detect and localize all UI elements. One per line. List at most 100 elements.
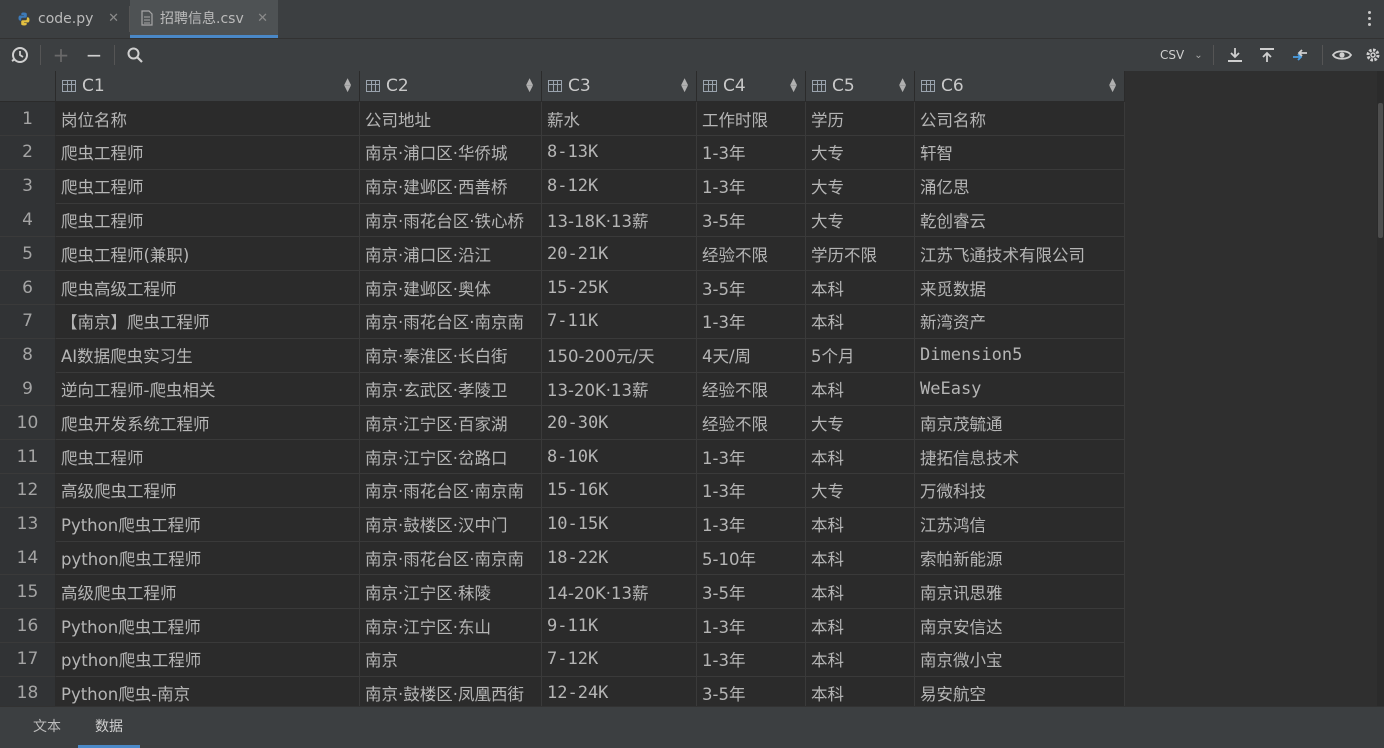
grid-corner[interactable] <box>0 71 56 102</box>
table-cell[interactable]: 本科 <box>806 271 915 305</box>
table-cell[interactable]: 7-12K <box>542 642 697 677</box>
table-cell[interactable]: 南京微小宝 <box>915 642 1125 677</box>
scrollbar-thumb[interactable] <box>1378 103 1383 238</box>
row-number[interactable]: 8 <box>0 338 56 373</box>
table-cell[interactable]: 万微科技 <box>915 473 1125 508</box>
sort-icon[interactable]: ▲ ▼ <box>899 78 906 94</box>
table-cell[interactable]: 来觅数据 <box>915 271 1125 305</box>
table-cell[interactable]: 1-3年 <box>697 135 806 170</box>
row-number[interactable]: 3 <box>0 169 56 204</box>
row-number[interactable]: 1 <box>0 102 56 136</box>
row-number[interactable]: 12 <box>0 473 56 508</box>
tab-data[interactable]: 数据 <box>78 707 140 748</box>
table-cell[interactable]: Python爬虫工程师 <box>56 609 360 643</box>
table-cell[interactable]: 本科 <box>806 609 915 643</box>
table-cell[interactable]: 18-22K <box>542 541 697 576</box>
table-cell[interactable]: 南京·雨花台区·南京南 <box>360 473 542 508</box>
table-cell[interactable]: 大专 <box>806 406 915 441</box>
table-cell[interactable]: 南京·江宁区·岔路口 <box>360 440 542 474</box>
table-cell[interactable]: 南京·雨花台区·铁心桥 <box>360 203 542 238</box>
table-cell[interactable]: 南京·江宁区·百家湖 <box>360 406 542 441</box>
table-cell[interactable]: 南京·江宁区·秣陵 <box>360 575 542 610</box>
table-cell[interactable]: 3-5年 <box>697 271 806 305</box>
table-cell[interactable]: 1-3年 <box>697 609 806 643</box>
table-cell[interactable]: 爬虫工程师(兼职) <box>56 237 360 272</box>
tab-code-py[interactable]: code.py ✕ <box>0 0 129 38</box>
row-number[interactable]: 11 <box>0 440 56 474</box>
search-icon[interactable] <box>124 39 146 71</box>
table-cell[interactable]: 南京·建邺区·奥体 <box>360 271 542 305</box>
export-icon[interactable] <box>1224 39 1246 71</box>
table-cell[interactable]: 南京·江宁区·东山 <box>360 609 542 643</box>
table-cell[interactable]: 公司地址 <box>360 102 542 136</box>
table-cell[interactable]: 经验不限 <box>697 372 806 407</box>
table-cell[interactable]: 逆向工程师-爬虫相关 <box>56 372 360 407</box>
table-cell[interactable]: 索帕新能源 <box>915 541 1125 576</box>
table-cell[interactable]: 南京安信达 <box>915 609 1125 643</box>
table-cell[interactable]: 涌亿思 <box>915 169 1125 204</box>
table-cell[interactable]: 南京茂毓通 <box>915 406 1125 441</box>
column-header-c5[interactable]: C5 ▲ ▼ <box>806 71 915 102</box>
table-cell[interactable]: 南京·浦口区·华侨城 <box>360 135 542 170</box>
table-cell[interactable]: AI数据爬虫实习生 <box>56 338 360 373</box>
table-cell[interactable]: 本科 <box>806 372 915 407</box>
table-cell[interactable]: 5-10年 <box>697 541 806 576</box>
table-cell[interactable]: 4天/周 <box>697 338 806 373</box>
tab-text[interactable]: 文本 <box>18 707 76 745</box>
table-cell[interactable]: 20-21K <box>542 237 697 272</box>
table-cell[interactable]: 新湾资产 <box>915 304 1125 339</box>
table-cell[interactable]: 3-5年 <box>697 203 806 238</box>
sort-icon[interactable]: ▲ ▼ <box>681 78 688 94</box>
sort-icon[interactable]: ▲ ▼ <box>1109 78 1116 94</box>
table-cell[interactable]: 本科 <box>806 440 915 474</box>
table-cell[interactable]: 10-15K <box>542 507 697 542</box>
table-cell[interactable]: WeEasy <box>915 372 1125 407</box>
table-cell[interactable]: 13-20K·13薪 <box>542 372 697 407</box>
column-header-c1[interactable]: C1 ▲ ▼ <box>56 71 360 102</box>
tab-csv-file[interactable]: 招聘信息.csv ✕ <box>130 0 278 38</box>
table-cell[interactable]: 高级爬虫工程师 <box>56 473 360 508</box>
view-icon[interactable] <box>1330 39 1354 71</box>
table-cell[interactable]: 9-11K <box>542 609 697 643</box>
table-cell[interactable]: 大专 <box>806 135 915 170</box>
table-cell[interactable]: python爬虫工程师 <box>56 541 360 576</box>
table-cell[interactable]: 本科 <box>806 304 915 339</box>
column-header-c6[interactable]: C6 ▲ ▼ <box>915 71 1125 102</box>
close-icon[interactable]: ✕ <box>257 11 268 26</box>
table-cell[interactable]: 大专 <box>806 169 915 204</box>
row-number[interactable]: 9 <box>0 372 56 407</box>
table-cell[interactable]: 爬虫高级工程师 <box>56 271 360 305</box>
table-cell[interactable]: 南京·雨花台区·南京南 <box>360 541 542 576</box>
table-cell[interactable]: 3-5年 <box>697 575 806 610</box>
row-number[interactable]: 13 <box>0 507 56 542</box>
table-cell[interactable]: 8-13K <box>542 135 697 170</box>
vertical-scrollbar[interactable] <box>1377 71 1384 706</box>
row-number[interactable]: 5 <box>0 237 56 272</box>
row-number[interactable]: 4 <box>0 203 56 238</box>
table-cell[interactable]: 爬虫工程师 <box>56 203 360 238</box>
table-cell[interactable]: 爬虫工程师 <box>56 440 360 474</box>
history-icon[interactable] <box>8 39 32 71</box>
table-cell[interactable]: 南京讯思雅 <box>915 575 1125 610</box>
add-row-icon[interactable]: + <box>50 39 72 71</box>
column-header-c3[interactable]: C3 ▲ ▼ <box>542 71 697 102</box>
table-cell[interactable]: 南京·玄武区·孝陵卫 <box>360 372 542 407</box>
sort-icon[interactable]: ▲ ▼ <box>790 78 797 94</box>
table-cell[interactable]: 本科 <box>806 507 915 542</box>
table-cell[interactable]: 轩智 <box>915 135 1125 170</box>
table-cell[interactable]: 本科 <box>806 541 915 576</box>
row-number[interactable]: 7 <box>0 304 56 339</box>
compare-icon[interactable] <box>1288 39 1312 71</box>
table-cell[interactable]: 1-3年 <box>697 507 806 542</box>
table-cell[interactable]: 20-30K <box>542 406 697 441</box>
table-cell[interactable]: 南京·鼓楼区·汉中门 <box>360 507 542 542</box>
table-cell[interactable]: 1-3年 <box>697 304 806 339</box>
sort-icon[interactable]: ▲ ▼ <box>344 78 351 94</box>
table-cell[interactable]: 7-11K <box>542 304 697 339</box>
remove-row-icon[interactable]: − <box>83 39 105 71</box>
table-cell[interactable]: 捷拓信息技术 <box>915 440 1125 474</box>
table-cell[interactable]: 15-25K <box>542 271 697 305</box>
row-number[interactable]: 15 <box>0 575 56 610</box>
table-cell[interactable]: 8-10K <box>542 440 697 474</box>
table-cell[interactable]: 【南京】爬虫工程师 <box>56 304 360 339</box>
